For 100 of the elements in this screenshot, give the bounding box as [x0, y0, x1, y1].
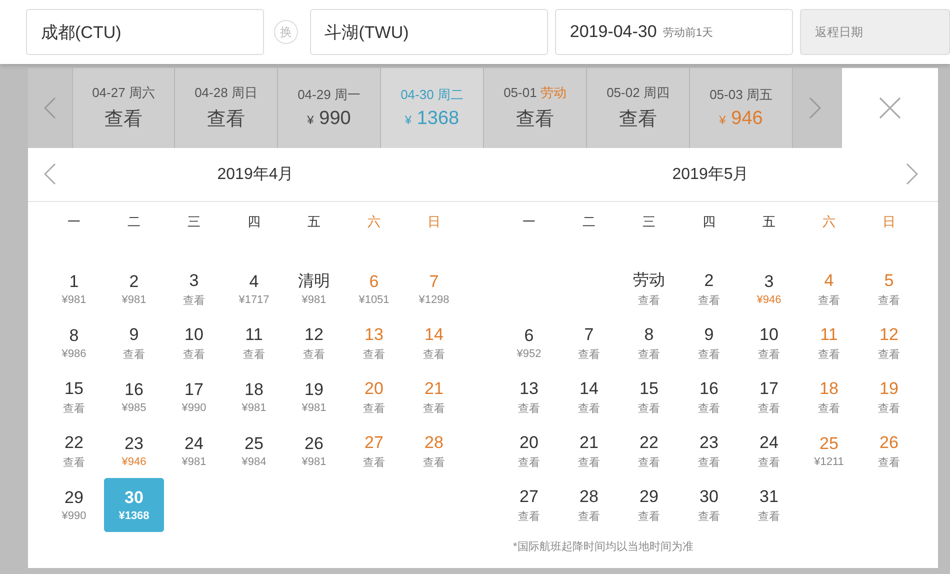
- calendar-day[interactable]: 21 查看: [404, 370, 464, 424]
- day-number: 13: [520, 378, 538, 398]
- calendar-day[interactable]: 27 查看: [344, 424, 404, 478]
- calendar-day[interactable]: 5 查看: [859, 262, 919, 316]
- calendar-day[interactable]: 8 ¥986: [44, 316, 104, 370]
- calendar-day[interactable]: 3 ¥946: [739, 262, 799, 316]
- calendar-day[interactable]: 4 ¥1717: [224, 262, 284, 316]
- calendar-day[interactable]: 3 查看: [164, 262, 224, 316]
- day-price: 查看: [423, 348, 445, 362]
- calendar-day[interactable]: 19 查看: [859, 370, 919, 424]
- calendar-day[interactable]: 23 查看: [679, 424, 739, 478]
- calendar-day[interactable]: 20 查看: [344, 370, 404, 424]
- day-price: ¥981: [242, 402, 266, 414]
- day-number: 26: [880, 432, 898, 452]
- calendar-day[interactable]: 10 查看: [164, 316, 224, 370]
- calendar-day[interactable]: 24 查看: [739, 424, 799, 478]
- calendar-day[interactable]: 15 查看: [44, 370, 104, 424]
- calendar-day[interactable]: 1 ¥981: [44, 262, 104, 316]
- calendar-day[interactable]: 11 查看: [799, 316, 859, 370]
- day-number: 7: [584, 324, 594, 344]
- date-tab[interactable]: 04-27 周六 查看: [72, 68, 175, 148]
- close-button[interactable]: [842, 68, 938, 148]
- calendar-day[interactable]: 22 查看: [44, 424, 104, 478]
- calendar-day[interactable]: 17 ¥990: [164, 370, 224, 424]
- month-title: 2019年4月: [217, 165, 294, 185]
- day-price: ¥984: [242, 456, 266, 468]
- calendar-day[interactable]: 20 查看: [499, 424, 559, 478]
- date-tab[interactable]: 05-01 劳动 查看: [484, 68, 587, 148]
- day-price: 查看: [638, 348, 660, 362]
- day-number: 1: [69, 272, 79, 292]
- day-number: 10: [760, 324, 778, 344]
- origin-field[interactable]: 成都(CTU): [26, 9, 264, 55]
- calendar-day[interactable]: 16 ¥985: [104, 370, 164, 424]
- calendar-day[interactable]: 9 查看: [679, 316, 739, 370]
- calendar-day[interactable]: 9 查看: [104, 316, 164, 370]
- day-price: 查看: [578, 456, 600, 470]
- calendar-day[interactable]: 8 查看: [619, 316, 679, 370]
- calendar-day[interactable]: 29 ¥990: [44, 478, 104, 532]
- calendar-day[interactable]: 31 查看: [739, 478, 799, 532]
- calendar-day[interactable]: 劳动 查看: [619, 262, 679, 316]
- day-number: 14: [580, 378, 598, 398]
- calendar-day[interactable]: 30 查看: [679, 478, 739, 532]
- calendar-day[interactable]: 10 查看: [739, 316, 799, 370]
- calendar-day[interactable]: 24 ¥981: [164, 424, 224, 478]
- calendar-day[interactable]: 14 查看: [559, 370, 619, 424]
- calendar-day[interactable]: 13 查看: [499, 370, 559, 424]
- calendar-day[interactable]: 12 查看: [284, 316, 344, 370]
- calendar-day[interactable]: 21 查看: [559, 424, 619, 478]
- calendar-day[interactable]: 28 查看: [559, 478, 619, 532]
- day-price: 查看: [423, 456, 445, 470]
- calendar-day[interactable]: 清明 ¥981: [284, 262, 344, 316]
- calendar-day[interactable]: 29 查看: [619, 478, 679, 532]
- depart-date-field[interactable]: 2019-04-30 劳动前1天: [554, 9, 794, 55]
- calendar-day[interactable]: 23 ¥946: [104, 424, 164, 478]
- calendar-day[interactable]: 28 查看: [404, 424, 464, 478]
- day-number: 4: [824, 270, 834, 290]
- calendar-day[interactable]: 11 查看: [224, 316, 284, 370]
- calendar-day[interactable]: 25 ¥984: [224, 424, 284, 478]
- calendar-day[interactable]: 25 ¥1211: [799, 424, 859, 478]
- day-price: 查看: [698, 510, 720, 524]
- calendar-day[interactable]: 7 查看: [559, 316, 619, 370]
- day-number: 3: [189, 270, 199, 290]
- date-tab[interactable]: 05-02 周四 查看: [587, 68, 690, 148]
- date-tab[interactable]: 05-03 周五 ¥ 946: [690, 68, 793, 148]
- previous-month-icon[interactable]: [44, 163, 56, 185]
- day-number: 25: [244, 434, 264, 454]
- calendar-day[interactable]: 6 ¥952: [499, 316, 559, 370]
- destination-field[interactable]: 斗湖(TWU): [310, 9, 548, 55]
- day-number: 12: [304, 324, 324, 344]
- day-price: 查看: [423, 402, 445, 416]
- calendar-day[interactable]: 4 查看: [799, 262, 859, 316]
- next-month-icon[interactable]: [906, 163, 918, 185]
- day-number: 27: [520, 486, 538, 506]
- calendar-day[interactable]: 26 查看: [859, 424, 919, 478]
- calendar-day[interactable]: 13 查看: [344, 316, 404, 370]
- calendar-day[interactable]: 18 查看: [799, 370, 859, 424]
- calendar-day[interactable]: 22 查看: [619, 424, 679, 478]
- calendar-day[interactable]: 16 查看: [679, 370, 739, 424]
- date-tab[interactable]: 04-29 周一 ¥ 990: [278, 68, 381, 148]
- calendar-day[interactable]: 27 查看: [499, 478, 559, 532]
- calendar-day[interactable]: 14 查看: [404, 316, 464, 370]
- calendar-day[interactable]: 19 ¥981: [284, 370, 344, 424]
- calendar-day[interactable]: 2 ¥981: [104, 262, 164, 316]
- calendar-day[interactable]: 17 查看: [739, 370, 799, 424]
- calendar-day[interactable]: 6 ¥1051: [344, 262, 404, 316]
- calendar-day[interactable]: 7 ¥1298: [404, 262, 464, 316]
- calendar-day[interactable]: 2 查看: [679, 262, 739, 316]
- day-number: 27: [364, 432, 384, 452]
- day-price: ¥1211: [814, 456, 844, 468]
- day-number: 劳动: [633, 270, 665, 290]
- day-number: 14: [424, 324, 444, 344]
- return-date-field[interactable]: 返程日期: [800, 9, 950, 55]
- day-price: 查看: [578, 348, 600, 362]
- calendar-day[interactable]: 15 查看: [619, 370, 679, 424]
- calendar-day[interactable]: 26 ¥981: [284, 424, 344, 478]
- day-number: 21: [580, 432, 598, 452]
- date-tab[interactable]: 04-28 周日 查看: [175, 68, 278, 148]
- calendar-day[interactable]: 18 ¥981: [224, 370, 284, 424]
- day-number: 15: [640, 378, 658, 398]
- calendar-day[interactable]: 12 查看: [859, 316, 919, 370]
